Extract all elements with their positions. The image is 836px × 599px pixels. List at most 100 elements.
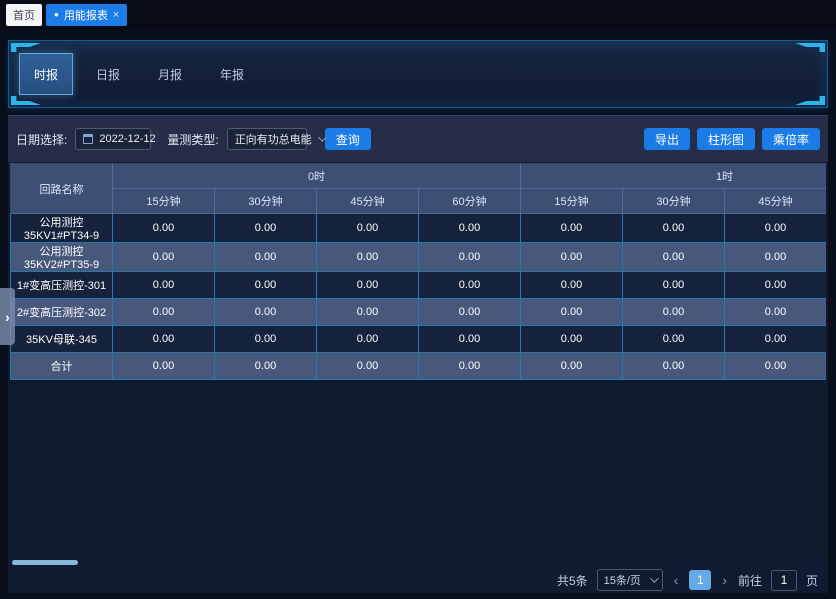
column-header-minute: 30分钟 <box>623 189 725 214</box>
value-cell: 0.00 <box>623 272 725 299</box>
corner-accent-icon <box>11 96 41 105</box>
value-cell: 0.00 <box>215 243 317 272</box>
value-cell: 0.00 <box>419 353 521 380</box>
value-cell: 0.00 <box>623 243 725 272</box>
value-cell: 0.00 <box>215 272 317 299</box>
value-cell: 0.00 <box>215 326 317 353</box>
value-cell: 0.00 <box>215 214 317 243</box>
value-cell: 0.00 <box>419 299 521 326</box>
value-cell: 0.00 <box>317 326 419 353</box>
value-cell: 0.00 <box>317 243 419 272</box>
query-button[interactable]: 查询 <box>325 128 371 150</box>
bar-chart-button[interactable]: 柱形图 <box>697 128 755 150</box>
circuit-name-cell: 2#变高压测控-302 <box>11 299 113 326</box>
circuit-name-cell: 35KV母联-345 <box>11 326 113 353</box>
table-row: 公用测控35KV2#PT35-90.000.000.000.000.000.00… <box>11 243 827 272</box>
date-value: 2022-12-12 <box>99 133 155 145</box>
energy-report-table: 回路名称 0时 1时 15分钟 30分钟 45分钟 60分钟 15分钟 30分钟… <box>10 163 826 380</box>
value-cell: 0.00 <box>215 353 317 380</box>
breadcrumb-home-tab[interactable]: 首页 <box>6 4 42 26</box>
prev-page-button[interactable]: ‹ <box>672 572 681 588</box>
value-cell: 0.00 <box>113 299 215 326</box>
value-cell: 0.00 <box>623 326 725 353</box>
breadcrumb-bar: 首页 ● 用能报表 × <box>0 0 836 30</box>
measure-type-select[interactable]: 正向有功总电能 <box>227 128 307 150</box>
value-cell: 0.00 <box>419 214 521 243</box>
tab-hourly-report[interactable]: 时报 <box>19 53 73 95</box>
page-1-button[interactable]: 1 <box>689 570 711 590</box>
multiply-rate-button[interactable]: 乘倍率 <box>762 128 820 150</box>
value-cell: 0.00 <box>317 214 419 243</box>
circuit-name-cell: 公用测控35KV2#PT35-9 <box>11 243 113 272</box>
next-page-button[interactable]: › <box>720 572 729 588</box>
page-size-value: 15条/页 <box>604 572 641 588</box>
side-panel-expander[interactable]: › <box>0 288 15 345</box>
tab-monthly-report[interactable]: 月报 <box>143 53 197 95</box>
value-cell: 0.00 <box>521 353 623 380</box>
column-header-minute: 30分钟 <box>215 189 317 214</box>
breadcrumb-active-label: 用能报表 <box>64 7 108 23</box>
corner-accent-icon <box>795 96 825 105</box>
value-cell: 0.00 <box>113 243 215 272</box>
value-cell: 0.00 <box>317 353 419 380</box>
value-cell: 0.00 <box>725 243 827 272</box>
value-cell: 0.00 <box>725 272 827 299</box>
table-row: 公用测控35KV1#PT34-90.000.000.000.000.000.00… <box>11 214 827 243</box>
total-count: 共5条 <box>557 572 588 589</box>
breadcrumb-active-tab[interactable]: ● 用能报表 × <box>46 4 127 26</box>
page-suffix-label: 页 <box>806 572 818 589</box>
goto-page-input[interactable] <box>771 570 797 591</box>
column-group-hour-1: 1时 <box>521 164 827 189</box>
column-header-minute: 15分钟 <box>521 189 623 214</box>
pagination: 共5条 15条/页 ‹ 1 › 前往 页 <box>8 567 828 593</box>
scrollbar-thumb[interactable] <box>12 560 78 565</box>
value-cell: 0.00 <box>521 214 623 243</box>
action-buttons: 导出 柱形图 乘倍率 <box>644 128 820 150</box>
table-zone: 回路名称 0时 1时 15分钟 30分钟 45分钟 60分钟 15分钟 30分钟… <box>8 162 828 558</box>
value-cell: 0.00 <box>113 272 215 299</box>
report-tab-panel: 时报 日报 月报 年报 <box>8 40 828 108</box>
column-header-minute: 45分钟 <box>725 189 827 214</box>
table-header: 回路名称 0时 1时 15分钟 30分钟 45分钟 60分钟 15分钟 30分钟… <box>11 164 827 214</box>
corner-accent-icon <box>11 43 41 52</box>
column-header-minute: 15分钟 <box>113 189 215 214</box>
circuit-name-cell: 1#变高压测控-301 <box>11 272 113 299</box>
value-cell: 0.00 <box>521 326 623 353</box>
value-cell: 0.00 <box>521 243 623 272</box>
column-header-minute: 60分钟 <box>419 189 521 214</box>
value-cell: 0.00 <box>725 326 827 353</box>
page-size-select[interactable]: 15条/页 <box>597 569 663 591</box>
main-panel: 日期选择: 2022-12-12 量测类型: 正向有功总电能 查询 导出 柱形图… <box>8 115 828 593</box>
column-group-hour-0: 0时 <box>113 164 521 189</box>
value-cell: 0.00 <box>623 214 725 243</box>
column-header-circuit-name: 回路名称 <box>11 164 113 214</box>
horizontal-scrollbar[interactable] <box>8 558 828 567</box>
value-cell: 0.00 <box>725 299 827 326</box>
value-cell: 0.00 <box>113 214 215 243</box>
value-cell: 0.00 <box>419 326 521 353</box>
column-header-minute: 45分钟 <box>317 189 419 214</box>
screen: 首页 ● 用能报表 × 时报 日报 月报 年报 日期选择: 2022-12-12… <box>0 0 836 599</box>
table-row: 合计0.000.000.000.000.000.000.000.00 <box>11 353 827 380</box>
export-button[interactable]: 导出 <box>644 128 690 150</box>
value-cell: 0.00 <box>623 353 725 380</box>
value-cell: 0.00 <box>419 243 521 272</box>
value-cell: 0.00 <box>623 299 725 326</box>
value-cell: 0.00 <box>725 214 827 243</box>
tab-daily-report[interactable]: 日报 <box>81 53 135 95</box>
date-picker-input[interactable]: 2022-12-12 <box>75 128 151 150</box>
value-cell: 0.00 <box>419 272 521 299</box>
table-scroll-area[interactable]: 回路名称 0时 1时 15分钟 30分钟 45分钟 60分钟 15分钟 30分钟… <box>10 163 826 380</box>
table-row: 2#变高压测控-3020.000.000.000.000.000.000.000… <box>11 299 827 326</box>
value-cell: 0.00 <box>113 326 215 353</box>
circuit-name-cell: 合计 <box>11 353 113 380</box>
circuit-name-cell: 公用测控35KV1#PT34-9 <box>11 214 113 243</box>
value-cell: 0.00 <box>113 353 215 380</box>
value-cell: 0.00 <box>725 353 827 380</box>
filter-row: 日期选择: 2022-12-12 量测类型: 正向有功总电能 查询 导出 柱形图… <box>8 116 828 162</box>
close-icon[interactable]: × <box>113 9 119 21</box>
chevron-down-icon <box>650 574 658 582</box>
tab-yearly-report[interactable]: 年报 <box>205 53 259 95</box>
value-cell: 0.00 <box>317 299 419 326</box>
value-cell: 0.00 <box>317 272 419 299</box>
